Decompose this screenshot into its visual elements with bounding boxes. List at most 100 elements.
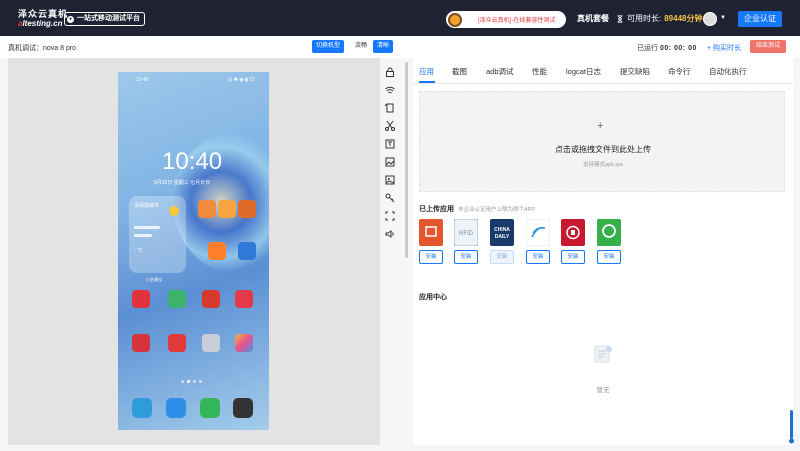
weather-widget[interactable]: 请添加城市 - ℃ xyxy=(129,196,186,273)
install-button[interactable]: 安装 xyxy=(561,250,585,264)
enterprise-auth-button[interactable]: 企业认证 xyxy=(738,11,782,27)
logo-domain: altesting.cn xyxy=(18,19,63,28)
app-icon[interactable] xyxy=(132,290,150,308)
tab-screenshot[interactable]: 截图 xyxy=(452,66,467,77)
switch-device-button[interactable]: 切换机型 xyxy=(312,40,344,53)
scrollbar[interactable] xyxy=(405,62,408,258)
svg-text:CHINA: CHINA xyxy=(494,227,510,233)
clock-date: 6月25日 星期三 七月廿日 xyxy=(154,180,211,186)
bank-app-icon[interactable] xyxy=(561,219,585,246)
running-timer: 已运行 00: 00: 00 xyxy=(637,45,697,52)
sun-icon xyxy=(169,206,179,216)
tab-command-line[interactable]: 命令行 xyxy=(668,66,691,77)
tab-automation[interactable]: 自动化执行 xyxy=(709,66,747,77)
install-button[interactable]: 安装 xyxy=(419,250,443,264)
messages-app-icon[interactable] xyxy=(166,398,186,418)
tab-apps[interactable]: 应用 xyxy=(419,66,434,77)
app-center-title: 应用中心 xyxy=(419,294,447,301)
app-icon[interactable] xyxy=(202,290,220,308)
mobile-app-icon[interactable] xyxy=(526,219,550,246)
tab-performance[interactable]: 性能 xyxy=(532,66,547,77)
end-test-button[interactable]: 结束测试 xyxy=(750,40,786,53)
tab-logcat[interactable]: logcat日志 xyxy=(566,66,601,77)
app-panel: 应用 截图 adb调试 性能 logcat日志 提交缺陷 命令行 自动化执行 +… xyxy=(413,58,793,445)
medal-icon xyxy=(448,12,462,27)
text-icon[interactable] xyxy=(384,138,396,150)
install-button[interactable]: 安装 xyxy=(490,250,514,264)
wifi-icon[interactable] xyxy=(384,84,396,96)
available-value: 89448分钟 xyxy=(664,14,703,23)
rotate-icon[interactable] xyxy=(384,102,396,114)
tab-adb[interactable]: adb调试 xyxy=(486,66,514,77)
china-daily-app-icon[interactable]: CHINADAILY xyxy=(490,219,514,246)
volume-icon[interactable] xyxy=(384,228,396,240)
image-icon[interactable] xyxy=(384,156,396,168)
settings-app-icon[interactable] xyxy=(202,334,220,352)
camera-app-icon[interactable] xyxy=(233,398,253,418)
uploaded-apps-title: 已上传应用 xyxy=(419,206,454,213)
install-button[interactable]: 安装 xyxy=(526,250,550,264)
scissors-icon[interactable] xyxy=(384,120,396,132)
rfid-app-icon[interactable]: RFID xyxy=(454,219,478,246)
logo-title: 泽众云真机 xyxy=(18,9,69,19)
phone-app-icon[interactable] xyxy=(200,398,220,418)
page-indicator xyxy=(181,380,202,383)
app-icon[interactable] xyxy=(218,200,236,218)
slogan-badge: ● 一站式移动测试平台 xyxy=(64,12,145,26)
quality-smooth-button[interactable]: 流畅 xyxy=(351,40,371,53)
lock-icon[interactable] xyxy=(384,66,396,78)
upload-title: 点击或拖拽文件到此处上传 xyxy=(555,145,651,154)
lock-clock: 10:40 xyxy=(162,148,223,175)
buy-time-link[interactable]: + 购买时长 xyxy=(707,43,741,53)
tab-submit-bug[interactable]: 提交缺陷 xyxy=(620,66,650,77)
browser-app-icon[interactable] xyxy=(132,398,152,418)
upload-dropzone[interactable]: + 点击或拖拽文件到此处上传 支持格式apk,ipa xyxy=(419,91,785,192)
plus-icon: + xyxy=(597,120,604,132)
svg-text:DAILY: DAILY xyxy=(495,234,510,240)
top-navigation-bar: 泽众云真机 altesting.cn ● 一站式移动测试平台 [泽众云真机]-在… xyxy=(0,0,800,36)
empty-box-icon xyxy=(594,345,612,363)
video-app-icon[interactable] xyxy=(208,242,226,260)
fullscreen-icon[interactable] xyxy=(384,210,396,222)
widget-label: 小艺建议 xyxy=(146,277,162,282)
notice-text: [泽众云真机]-在线兼容性测试 xyxy=(478,18,556,24)
status-icons: ◎ ✱ ◉ ▮ 72 xyxy=(228,77,255,83)
app-icon[interactable] xyxy=(238,200,256,218)
device-toolbar xyxy=(382,62,398,242)
install-button[interactable]: 安装 xyxy=(454,250,478,264)
thermometer-icon[interactable] xyxy=(789,410,794,444)
tab-divider xyxy=(413,83,793,84)
caret-down-icon[interactable]: ▼ xyxy=(720,15,726,21)
tab-bar: 应用 截图 adb调试 性能 logcat日志 提交缺陷 命令行 自动化执行 xyxy=(413,64,793,80)
available-label: 可用时长: xyxy=(627,14,662,23)
nav-plan-link[interactable]: 真机套餐 xyxy=(577,13,609,24)
svg-text:RFID: RFID xyxy=(459,231,474,237)
slogan-text: 一站式移动测试平台 xyxy=(77,15,140,22)
available-time: 可用时长: 89448分钟 xyxy=(616,13,702,24)
uploaded-apps-hint: 非企业认证用户上限为两个APP xyxy=(458,207,536,213)
app-icon[interactable] xyxy=(132,334,150,352)
gallery-app-icon[interactable] xyxy=(235,334,253,352)
app-icon[interactable] xyxy=(168,290,186,308)
upload-hint: 支持格式apk,ipa xyxy=(583,162,623,168)
install-button[interactable]: 安装 xyxy=(597,250,621,264)
hourglass-icon xyxy=(617,14,623,23)
app-icon[interactable] xyxy=(235,290,253,308)
circle-icon: ● xyxy=(67,15,74,23)
brand-logo[interactable]: 泽众云真机 altesting.cn xyxy=(18,9,68,29)
quality-clear-button[interactable]: 清晰 xyxy=(373,40,393,53)
phone-screen[interactable]: 10:40 ◎ ✱ ◉ ▮ 72 10:40 6月25日 星期三 七月廿日 请添… xyxy=(118,72,269,430)
user-avatar[interactable] xyxy=(703,12,717,26)
device-label: 真机调试：nova 8 pro xyxy=(8,45,77,52)
app-icon[interactable] xyxy=(198,200,216,218)
gallery-icon[interactable] xyxy=(384,174,396,186)
device-control-bar: 真机调试：nova 8 pro 切换机型 流畅 清晰 已运行 00: 00: 0… xyxy=(0,36,800,58)
status-time: 10:40 xyxy=(136,77,149,83)
key-icon[interactable] xyxy=(384,192,396,204)
empty-state-text: 暂无 xyxy=(596,387,610,394)
box-app-icon[interactable] xyxy=(419,219,443,246)
notice-banner[interactable]: [泽众云真机]-在线兼容性测试 xyxy=(446,11,566,28)
app-icon[interactable] xyxy=(168,334,186,352)
green-app-icon[interactable] xyxy=(597,219,621,246)
music-app-icon[interactable] xyxy=(238,242,256,260)
